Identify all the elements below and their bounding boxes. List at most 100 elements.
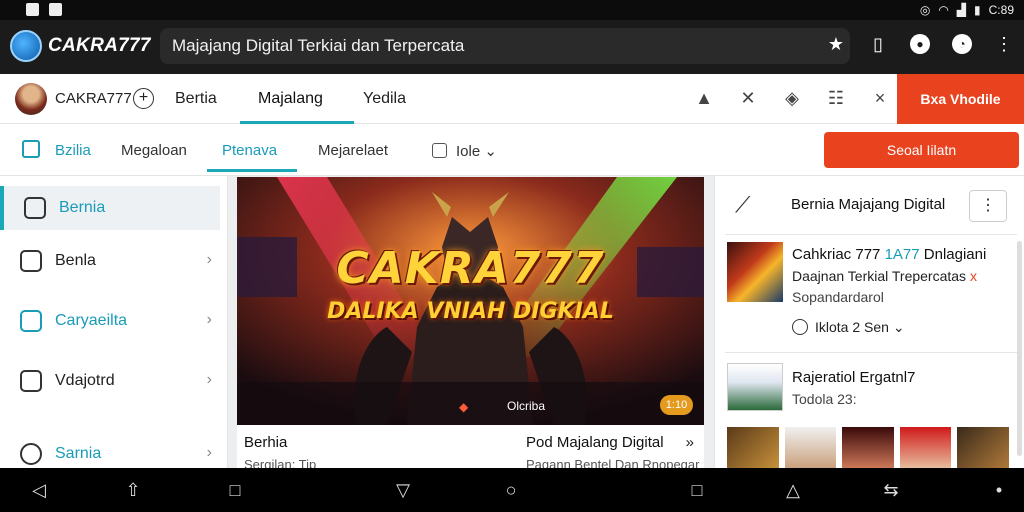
secondary-nav: Bzilia Megaloan Ptenava Mejarelaet Iole … [0,124,1024,176]
pin-icon[interactable]: ✕ [736,88,760,109]
news-item-title[interactable]: Rajeratiol Ergatnl7 [792,369,915,386]
more-vert-icon[interactable]: ⋮ [994,34,1014,54]
brand-name: CAKRA777 [55,90,132,107]
strip-thumbnail[interactable] [957,427,1009,469]
scrollbar[interactable] [1017,241,1022,456]
collapse-icon[interactable]: ⟋ [735,192,750,218]
card-footer: Berhia Pod Majalang Digital » Sergilan: … [237,425,704,472]
news-item-meta[interactable]: Iklota 2 Sen ⌄ [815,319,905,336]
news-item-title-accent: 1A77 [884,246,920,263]
card-footer-left[interactable]: Berhia [244,434,287,451]
forward-icon[interactable]: » [686,434,694,451]
subnav-item-mejarelaet[interactable]: Mejarelaet [318,142,388,159]
down-icon[interactable]: ▽ [392,480,414,500]
divider [725,234,1017,235]
subnav-item-ptenava[interactable]: Ptenava [222,142,277,159]
news-item-title-prefix: Cahkriac 777 [792,246,885,263]
tab-yedila[interactable]: Yedila [363,90,406,108]
close-mark-icon[interactable]: x [970,268,977,284]
sidebar-item-bernia[interactable]: Bernia [0,186,220,230]
status-bar: ◎ ◠ ▟ ▮ C:89 [0,0,1024,20]
news-thumbnail[interactable] [727,242,783,302]
close-icon[interactable]: × [868,88,892,109]
primary-action-button[interactable]: Seoal Iilatn [824,132,1019,168]
logo-text: CAKRA777 [48,35,151,56]
tab-majalang[interactable]: Majalang [258,90,323,108]
strip-thumbnail[interactable] [784,427,837,469]
strip-thumbnail[interactable] [727,427,779,469]
nfc-icon: ◎ [919,3,931,17]
cta-button[interactable]: Bxa Vhodile [897,74,1024,124]
news-item-meta-text: Iklota 2 Sen [815,319,889,335]
chevron-right-icon: › [206,444,212,461]
news-item-title[interactable]: Cahkriac 777 1A77 Dnlagiani [792,246,986,263]
home-icon[interactable] [22,140,40,158]
home-button-icon[interactable]: ○ [500,480,522,500]
app-header: CAKRA777 + Bertia Majalang Yedila ▲ ✕ ◈ … [0,74,1024,124]
duration-pill: 1:10 [660,395,693,415]
document-icon [20,250,42,272]
subnav-item-megaloan[interactable]: Megaloan [121,142,187,159]
recents-icon[interactable]: □ [224,480,246,500]
tag-icon [20,310,42,332]
play-icon: ◆ [459,400,469,414]
account-icon[interactable]: ◔ [952,34,972,54]
radio-button[interactable] [792,319,808,335]
signal-icon: ▟ [956,3,967,17]
tab-bertia[interactable]: Bertia [175,90,217,108]
dot-icon[interactable]: • [988,480,1010,500]
system-nav-bar: ◁ ⇧ □ ▽ ○ □ △ ⇆ • [0,468,1024,512]
right-panel: ⟋ Bernia Majajang Digital ⋮ Cahkriac 777… [714,176,1024,469]
sidebar-item-label: Bernia [59,199,106,216]
site-logo[interactable]: CAKRA777 [10,30,151,62]
sidebar-item-label: Sarnia [55,445,102,462]
avatar[interactable] [15,83,47,115]
strip-thumbnail[interactable] [899,427,952,469]
thumbnail-strip [727,427,1009,469]
hero-title: CAKRA777 [336,243,605,294]
strip-thumbnail[interactable] [842,427,894,469]
right-panel-title: Bernia Majajang Digital [791,196,946,213]
chevron-right-icon: › [206,371,212,388]
notification-app-icon [26,3,39,16]
chevron-right-icon: › [206,251,212,268]
overview-icon[interactable]: □ [686,480,708,500]
alert-icon[interactable]: ◈ [780,88,804,109]
logo-badge-icon [10,30,42,62]
notifications-icon[interactable]: ● [910,34,930,54]
hero-banner[interactable]: CAKRA777 DALIKA VNIAH DIGKIAL ◆ Olcriba [237,177,704,425]
news-item-title-suffix: Dnlagiani [919,246,987,263]
share-icon[interactable]: ⇧ [122,480,144,500]
sidebar-item-benla[interactable]: Benla › [0,239,228,283]
filter-checkbox[interactable] [432,143,447,158]
image-notification-icon [49,3,62,16]
bell-icon[interactable]: ▲ [692,88,716,109]
browser-toolbar: CAKRA777 Majajang Digital Terkiai dan Te… [0,20,1024,74]
subnav-dropdown[interactable]: Iole ⌄ [456,142,497,160]
sidebar-item-label: Benla [55,252,96,269]
sidebar-item-vdajotrd[interactable]: Vdajotrd › [0,359,228,403]
subnav-item-bzilia[interactable]: Bzilia [55,142,91,159]
book-icon [24,197,46,219]
up-icon[interactable]: △ [782,480,804,500]
swap-icon[interactable]: ⇆ [880,480,902,500]
active-subnav-indicator [207,169,297,172]
back-icon[interactable]: ◁ [28,480,50,500]
sidebar-item-label: Vdajotrd [55,372,115,389]
chevron-down-icon: ⌄ [484,143,497,160]
bookmark-icon[interactable]: ▯ [868,34,888,54]
divider [725,352,1017,353]
chart-icon [20,370,42,392]
sidebar-item-caryaeilta[interactable]: Caryaeilta › [0,299,228,343]
battery-icon: ▮ [974,3,981,17]
news-item-line: Daajnan Terkial Trepercatas x [792,268,977,284]
add-icon[interactable]: + [133,88,154,109]
address-bar[interactable]: Majajang Digital Terkiai dan Terpercata [160,28,850,64]
wifi-icon: ◠ [938,3,949,17]
news-item-source: Sopandardarol [792,289,884,305]
grid-icon[interactable]: ☷ [824,88,848,109]
more-vert-icon[interactable]: ⋮ [969,190,1007,222]
card-footer-right[interactable]: Pod Majalang Digital [526,434,664,451]
star-icon[interactable]: ★ [826,34,846,54]
news-thumbnail[interactable] [727,363,783,411]
